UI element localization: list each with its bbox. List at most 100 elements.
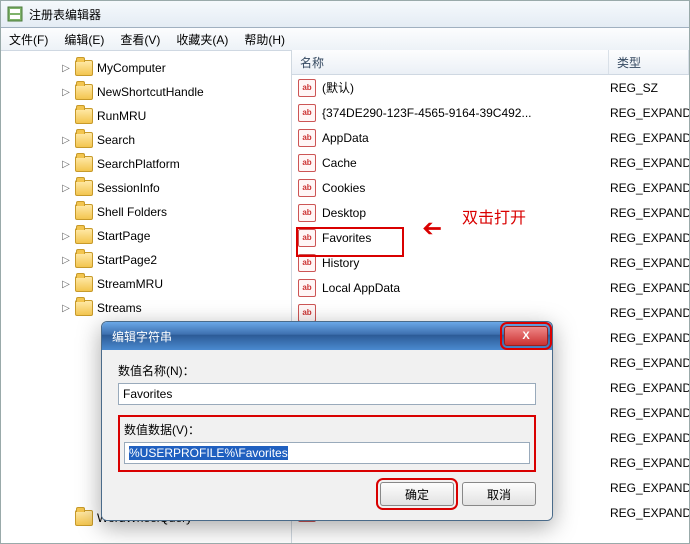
col-header-type[interactable]: 类型: [609, 50, 689, 74]
list-header: 名称 类型: [292, 50, 689, 75]
list-row[interactable]: abFavoritesREG_EXPAND: [292, 225, 689, 250]
value-name: Cookies: [322, 181, 365, 195]
value-name: Desktop: [322, 206, 366, 220]
tree-item-label: Streams: [97, 301, 142, 315]
list-row[interactable]: ab Desktop REG_EXPAND: [292, 200, 689, 225]
window-title: 注册表编辑器: [29, 6, 101, 23]
value-name-label: 数值名称(N)：: [118, 362, 536, 379]
tree-item[interactable]: ▷ Streams: [1, 296, 291, 320]
menu-view[interactable]: 查看(V): [120, 31, 160, 48]
string-value-icon: ab: [298, 304, 316, 322]
titlebar: 注册表编辑器: [1, 1, 689, 28]
list-row[interactable]: abAppDataREG_EXPAND: [292, 125, 689, 150]
tree-item-label: StartPage2: [97, 253, 157, 267]
value-name: AppData: [322, 131, 369, 145]
value-type: REG_EXPAND: [604, 506, 689, 520]
folder-icon: [75, 300, 93, 316]
value-type: REG_EXPAND: [604, 156, 689, 170]
tree-item[interactable]: ▷ MyComputer: [1, 56, 291, 80]
tree-item[interactable]: Shell Folders: [1, 200, 291, 224]
value-type: REG_EXPAND: [604, 281, 689, 295]
tree-item[interactable]: RunMRU: [1, 104, 291, 128]
list-row[interactable]: abLocal AppDataREG_EXPAND: [292, 275, 689, 300]
list-row[interactable]: ab History REG_EXPAND: [292, 250, 689, 275]
chevron-right-icon[interactable]: ▷: [61, 135, 71, 145]
string-value-icon: ab: [298, 204, 316, 222]
folder-icon: [75, 180, 93, 196]
folder-icon: [75, 108, 93, 124]
edit-string-dialog: 编辑字符串 X 数值名称(N)： 数值数据(V)： %USERPROFILE%\…: [101, 321, 553, 521]
value-data-input[interactable]: %USERPROFILE%\Favorites: [124, 442, 530, 464]
folder-icon: [75, 156, 93, 172]
value-name: Cache: [322, 156, 357, 170]
value-name: {374DE290-123F-4565-9164-39C492...: [322, 106, 531, 120]
value-type: REG_EXPAND: [604, 181, 689, 195]
folder-icon: [75, 252, 93, 268]
menu-help[interactable]: 帮助(H): [244, 31, 285, 48]
tree-item[interactable]: ▷NewShortcutHandle: [1, 80, 291, 104]
tree-item-label: MyComputer: [97, 61, 166, 75]
folder-icon: [75, 60, 93, 76]
string-value-icon: ab: [298, 229, 316, 247]
registry-editor-window: 注册表编辑器 文件(F) 编辑(E) 查看(V) 收藏夹(A) 帮助(H) ▷ M…: [0, 0, 690, 544]
dialog-title: 编辑字符串: [112, 328, 172, 345]
value-type: REG_EXPAND: [604, 206, 689, 220]
chevron-right-icon[interactable]: ▷: [61, 231, 71, 241]
tree-item-label: RunMRU: [97, 109, 146, 123]
folder-icon: [75, 276, 93, 292]
folder-icon: [75, 84, 93, 100]
value-type: REG_EXPAND: [604, 106, 689, 120]
string-value-icon: ab: [298, 254, 316, 272]
value-type: REG_EXPAND: [604, 406, 689, 420]
chevron-right-icon[interactable]: ▷: [61, 183, 71, 193]
tree-item-label: SessionInfo: [97, 181, 160, 195]
close-button[interactable]: X: [504, 326, 548, 346]
list-row[interactable]: abCookiesREG_EXPAND: [292, 175, 689, 200]
tree-item[interactable]: ▷StreamMRU: [1, 272, 291, 296]
value-name-input[interactable]: [118, 383, 536, 405]
tree-item[interactable]: ▷ SessionInfo: [1, 176, 291, 200]
value-type: REG_EXPAND: [604, 256, 689, 270]
list-row[interactable]: ab {374DE290-123F-4565-9164-39C492... REG_…: [292, 100, 689, 125]
chevron-right-icon[interactable]: ▷: [61, 87, 71, 97]
chevron-right-icon[interactable]: ▷: [61, 63, 71, 73]
tree-item[interactable]: ▷ StartPage2: [1, 248, 291, 272]
value-type: REG_EXPAND: [604, 331, 689, 345]
cancel-button[interactable]: 取消: [462, 482, 536, 506]
value-type: REG_SZ: [604, 81, 689, 95]
col-header-name[interactable]: 名称: [292, 50, 609, 74]
tree-item[interactable]: ▷StartPage: [1, 224, 291, 248]
value-type: REG_EXPAND: [604, 456, 689, 470]
folder-icon: [75, 510, 93, 526]
value-type: REG_EXPAND: [604, 381, 689, 395]
value-name: (默认): [322, 79, 354, 96]
dialog-titlebar[interactable]: 编辑字符串 X: [102, 322, 552, 350]
menu-favorites[interactable]: 收藏夹(A): [176, 31, 228, 48]
chevron-right-icon[interactable]: ▷: [61, 159, 71, 169]
chevron-right-icon[interactable]: ▷: [61, 255, 71, 265]
tree-item-label: Shell Folders: [97, 205, 167, 219]
chevron-right-icon[interactable]: ▷: [61, 303, 71, 313]
value-type: REG_EXPAND: [604, 481, 689, 495]
tree-item-label: Search: [97, 133, 135, 147]
folder-icon: [75, 228, 93, 244]
value-data-label: 数值数据(V)：: [124, 421, 530, 438]
ok-button[interactable]: 确定: [380, 482, 454, 506]
value-name: Favorites: [322, 231, 371, 245]
tree-item[interactable]: ▷SearchPlatform: [1, 152, 291, 176]
folder-icon: [75, 132, 93, 148]
tree-item[interactable]: ▷ Search: [1, 128, 291, 152]
list-row[interactable]: ab Cache REG_EXPAND: [292, 150, 689, 175]
chevron-right-icon[interactable]: ▷: [61, 279, 71, 289]
value-name: Local AppData: [322, 281, 400, 295]
menubar: 文件(F) 编辑(E) 查看(V) 收藏夹(A) 帮助(H): [1, 28, 689, 51]
string-value-icon: ab: [298, 129, 316, 147]
menu-edit[interactable]: 编辑(E): [64, 31, 104, 48]
string-value-icon: ab: [298, 154, 316, 172]
value-type: REG_EXPAND: [604, 431, 689, 445]
menu-file[interactable]: 文件(F): [9, 31, 48, 48]
string-value-icon: ab: [298, 104, 316, 122]
list-row[interactable]: ab (默认) REG_SZ: [292, 75, 689, 100]
string-value-icon: ab: [298, 79, 316, 97]
value-name: History: [322, 256, 359, 270]
